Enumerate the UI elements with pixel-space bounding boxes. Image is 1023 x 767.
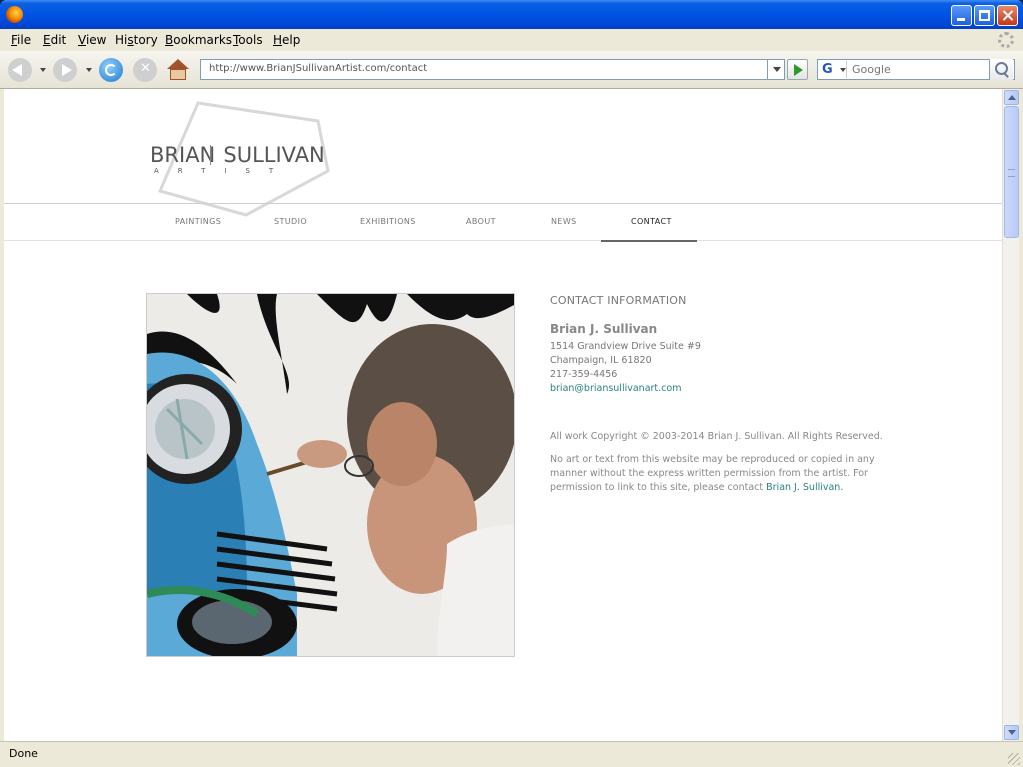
firefox-icon[interactable] bbox=[6, 6, 23, 23]
menu-tools[interactable]: Tools bbox=[233, 33, 263, 47]
contact-heading: CONTACT INFORMATION bbox=[550, 294, 687, 307]
nav-contact[interactable]: CONTACT bbox=[631, 217, 672, 226]
throbber-icon bbox=[998, 32, 1014, 48]
menu-bookmarks[interactable]: Bookmarks bbox=[165, 33, 232, 47]
back-history-dropdown-icon[interactable] bbox=[40, 68, 46, 72]
search-icon[interactable] bbox=[989, 59, 1013, 80]
menu-help[interactable]: Help bbox=[273, 33, 300, 47]
artist-painting-image bbox=[147, 294, 514, 656]
contact-address-line1: 1514 Grandview Drive Suite #9 bbox=[550, 341, 701, 352]
active-nav-indicator bbox=[601, 240, 697, 242]
scroll-thumb[interactable] bbox=[1004, 106, 1019, 238]
home-icon[interactable] bbox=[166, 58, 190, 82]
search-box[interactable]: G bbox=[817, 59, 1015, 80]
logo-subtitle: ARTIST bbox=[154, 167, 293, 175]
vertical-scrollbar[interactable] bbox=[1002, 89, 1019, 741]
logo-last-name: SULLIVAN bbox=[223, 143, 325, 167]
go-icon[interactable] bbox=[787, 59, 808, 80]
contact-phone: 217-359-4456 bbox=[550, 369, 618, 380]
close-button[interactable] bbox=[997, 5, 1018, 26]
scroll-down-icon[interactable] bbox=[1004, 725, 1019, 740]
contact-address-line2: Champaign, IL 61820 bbox=[550, 355, 652, 366]
contact-name: Brian J. Sullivan bbox=[550, 322, 658, 336]
resize-grip-icon[interactable] bbox=[1008, 753, 1020, 765]
nav-news[interactable]: NEWS bbox=[551, 217, 577, 226]
logo-first-name: BRIAN bbox=[150, 143, 216, 167]
search-input[interactable] bbox=[850, 62, 990, 77]
status-text: Done bbox=[9, 747, 38, 760]
nav-studio[interactable]: STUDIO bbox=[274, 217, 307, 226]
scroll-up-icon[interactable] bbox=[1004, 90, 1019, 105]
logo-text: BRIAN SULLIVAN bbox=[150, 143, 325, 167]
permission-contact-link[interactable]: Brian J. Sullivan. bbox=[766, 482, 843, 493]
maximize-button[interactable] bbox=[974, 5, 995, 26]
minimize-button[interactable] bbox=[951, 5, 972, 26]
contact-email-link[interactable]: brian@briansullivanart.com bbox=[550, 383, 681, 394]
forward-icon[interactable] bbox=[53, 58, 77, 82]
back-icon[interactable] bbox=[8, 58, 32, 82]
site-logo[interactable]: BRIAN SULLIVAN ARTIST bbox=[148, 99, 338, 217]
menu-history[interactable]: History bbox=[115, 33, 158, 47]
copyright-notice: All work Copyright © 2003-2014 Brian J. … bbox=[550, 431, 883, 442]
url-dropdown-icon[interactable] bbox=[767, 59, 785, 80]
menu-edit[interactable]: Edit bbox=[43, 33, 66, 47]
status-bar: Done bbox=[0, 741, 1023, 767]
forward-history-dropdown-icon[interactable] bbox=[86, 68, 92, 72]
menu-view[interactable]: View bbox=[78, 33, 106, 47]
url-input[interactable] bbox=[207, 62, 771, 75]
reload-icon[interactable] bbox=[99, 58, 123, 82]
title-bar bbox=[0, 0, 1023, 29]
browser-window: File Edit View History Bookmarks Tools H… bbox=[0, 0, 1023, 767]
address-bar[interactable] bbox=[200, 59, 785, 80]
search-engine-icon[interactable]: G bbox=[819, 61, 847, 78]
menu-bar: File Edit View History Bookmarks Tools H… bbox=[0, 29, 1023, 51]
nav-exhibitions[interactable]: EXHIBITIONS bbox=[360, 217, 416, 226]
permission-notice: No art or text from this website may be … bbox=[550, 453, 890, 495]
page-viewport: BRIAN SULLIVAN ARTIST PAINTINGS STUDIO E… bbox=[4, 89, 1002, 741]
nav-about[interactable]: ABOUT bbox=[466, 217, 496, 226]
logo-separator bbox=[210, 145, 211, 165]
header-divider bbox=[4, 203, 1002, 204]
menu-file[interactable]: File bbox=[11, 33, 31, 47]
artist-photo bbox=[146, 293, 515, 657]
nav-paintings[interactable]: PAINTINGS bbox=[175, 217, 221, 226]
nav-divider bbox=[4, 240, 1002, 241]
stop-icon[interactable] bbox=[133, 58, 157, 82]
